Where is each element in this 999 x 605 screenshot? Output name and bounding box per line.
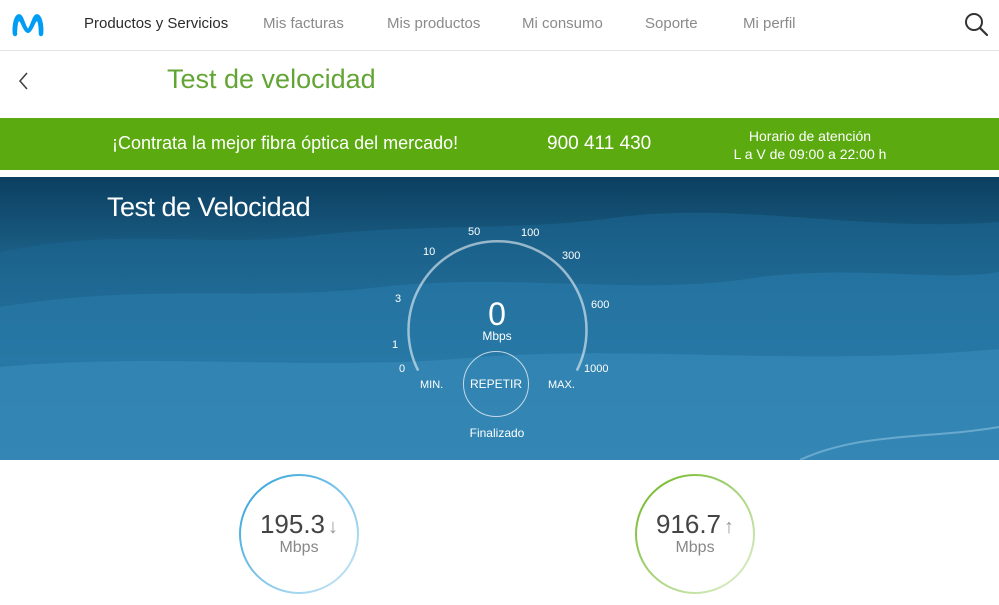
gauge-tick: 10 (423, 246, 436, 258)
movistar-m-logo[interactable] (10, 9, 46, 39)
gauge-value: 0 (488, 296, 506, 332)
nav-item-mis-productos[interactable]: Mis productos (387, 15, 480, 32)
upload-value: 916.7 (655, 509, 722, 539)
nav-item-mi-perfil[interactable]: Mi perfil (743, 15, 796, 32)
nav-item-mi-consumo[interactable]: Mi consumo (522, 15, 603, 32)
divider (0, 170, 999, 177)
arrow-up-icon: ↑ (724, 516, 735, 538)
gauge-tick: 1000 (584, 363, 609, 375)
gauge-tick: 3 (395, 293, 402, 305)
arrow-down-icon: ↓ (328, 516, 339, 538)
gauge-max-label: MAX. (548, 379, 575, 391)
gauge-tick: 300 (562, 250, 581, 262)
gauge-tick: 0 (399, 363, 406, 375)
gauge-min-label: MIN. (420, 379, 444, 391)
upload-unit: Mbps (675, 539, 715, 556)
nav-item-productos-servicios[interactable]: Productos y Servicios (84, 15, 228, 32)
hours-title: Horario de atención (748, 128, 872, 144)
download-value: 195.3 (259, 509, 326, 539)
page-title: Test de velocidad (167, 64, 376, 94)
download-unit: Mbps (279, 539, 319, 556)
upload-result: 916.7 ↑ Mbps (634, 473, 756, 595)
gauge-tick: 1 (392, 339, 399, 351)
nav-item-mis-facturas[interactable]: Mis facturas (263, 15, 344, 32)
gauge-unit: Mbps (482, 329, 512, 343)
gauge-tick: 600 (591, 299, 610, 311)
speedtest-panel: Test de Velocidad 0 1 3 10 50 100 300 60… (0, 177, 999, 460)
gauge-tick: 50 (468, 226, 481, 238)
promo-text: ¡Contrata la mejor fibra óptica del merc… (112, 133, 459, 153)
top-navigation: Productos y Servicios Mis facturas Mis p… (0, 0, 999, 51)
nav-item-soporte[interactable]: Soporte (645, 15, 698, 32)
chevron-left-icon[interactable] (14, 70, 34, 92)
promo-phone-link[interactable]: 900 411 430 (547, 133, 651, 155)
promo-banner: ¡Contrata la mejor fibra óptica del merc… (0, 118, 999, 170)
repeat-button[interactable]: REPETIR (463, 351, 529, 417)
hours-value: L a V de 09:00 a 22:00 h (733, 146, 887, 162)
gauge-tick: 100 (521, 227, 540, 239)
download-result: 195.3 ↓ Mbps (238, 473, 360, 595)
search-icon[interactable] (963, 11, 989, 37)
promo-hours: Horario de atención L a V de 09:00 a 22:… (710, 127, 910, 163)
test-status: Finalizado (469, 426, 525, 440)
